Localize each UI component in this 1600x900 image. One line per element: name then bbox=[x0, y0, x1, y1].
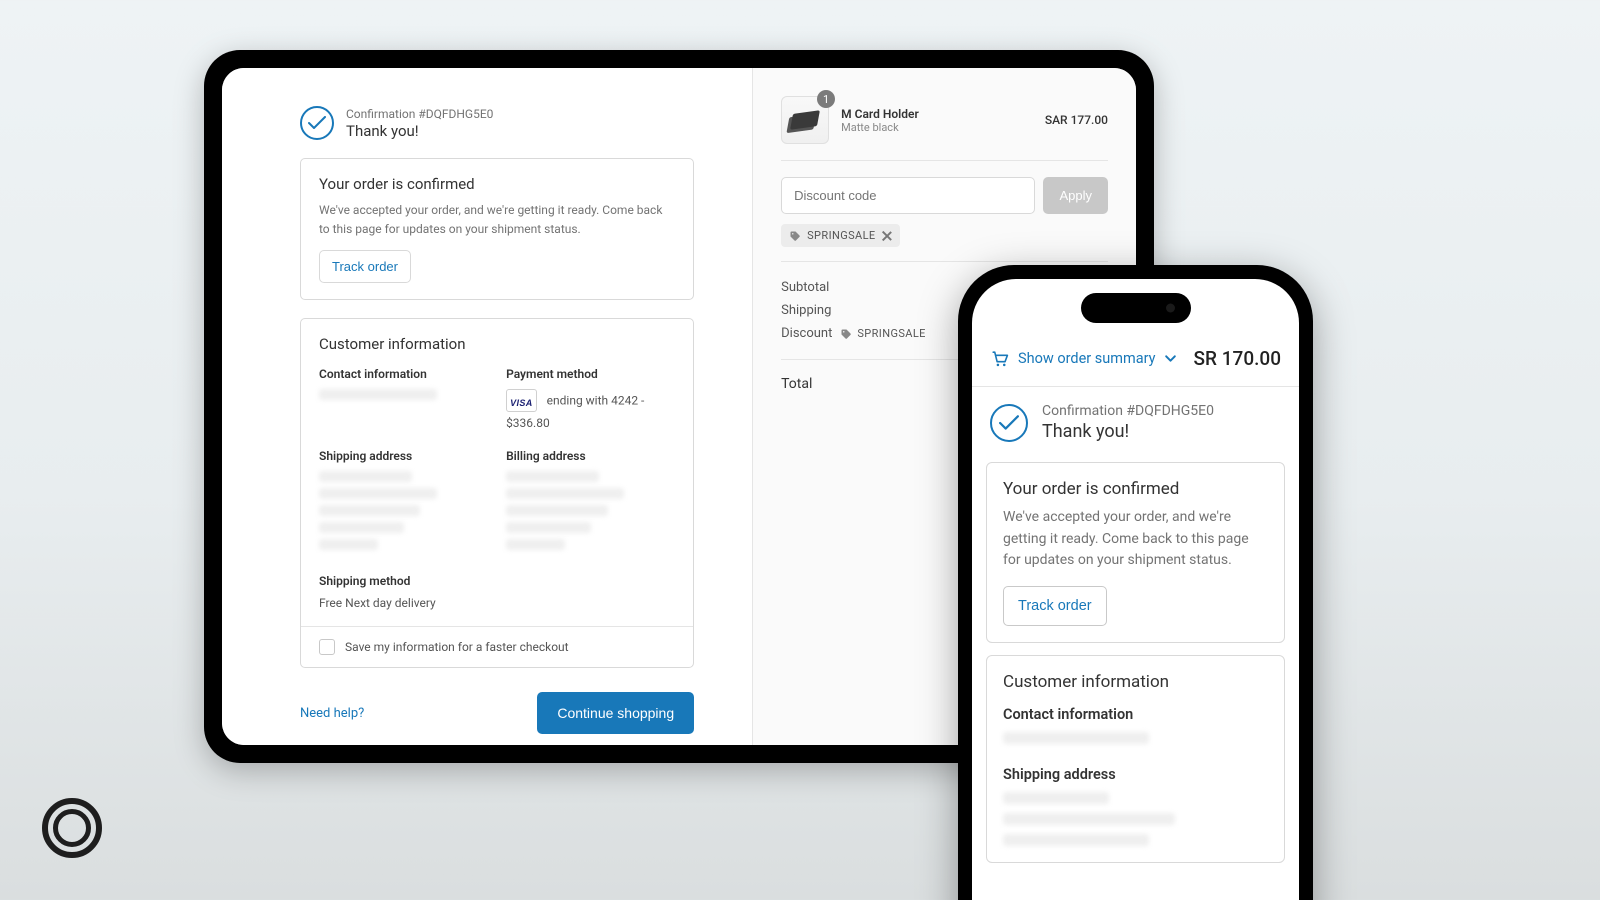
contact-information-label: Contact information bbox=[1003, 706, 1268, 723]
thank-you-title: Thank you! bbox=[1042, 421, 1214, 442]
confirmation-eyebrow: Confirmation #DQFDHG5E0 bbox=[346, 107, 493, 121]
shipping-address-block: Shipping address bbox=[319, 449, 488, 556]
total-label: Total bbox=[781, 376, 812, 392]
visa-card-icon: VISA bbox=[506, 389, 537, 412]
redacted-text bbox=[1003, 732, 1149, 744]
customer-information-title: Customer information bbox=[319, 335, 675, 353]
brand-logo-icon bbox=[42, 798, 102, 858]
dynamic-island bbox=[1081, 293, 1191, 323]
redacted-text bbox=[506, 539, 565, 550]
cart-icon bbox=[990, 349, 1009, 368]
order-confirmed-card: Your order is confirmed We've accepted y… bbox=[300, 158, 694, 300]
quantity-badge: 1 bbox=[817, 90, 835, 108]
redacted-text bbox=[1003, 792, 1109, 804]
redacted-text bbox=[319, 471, 412, 482]
track-order-button[interactable]: Track order bbox=[319, 250, 411, 283]
order-summary-toggle-bar: Show order summary SR 170.00 bbox=[972, 337, 1299, 387]
billing-address-block: Billing address bbox=[506, 449, 675, 556]
apply-discount-button[interactable]: Apply bbox=[1043, 177, 1108, 214]
confirmation-pane: Confirmation #DQFDHG5E0 Thank you! Your … bbox=[222, 68, 752, 745]
line-item-price: SAR 177.00 bbox=[1045, 113, 1108, 127]
shipping-method-value: Free Next day delivery bbox=[319, 596, 675, 610]
discount-tag: SPRINGSALE bbox=[781, 224, 899, 247]
show-order-summary-label: Show order summary bbox=[1018, 350, 1155, 367]
discount-mini-tag-label: SPRINGSALE bbox=[857, 327, 925, 340]
shipping-address-label: Shipping address bbox=[319, 449, 488, 463]
redacted-text bbox=[319, 488, 437, 499]
discount-tag-label: SPRINGSALE bbox=[807, 229, 875, 242]
redacted-text bbox=[1003, 834, 1149, 846]
order-confirmed-card: Your order is confirmed We've accepted y… bbox=[986, 462, 1285, 643]
tag-icon bbox=[789, 230, 801, 242]
contact-information-block: Contact information bbox=[319, 367, 488, 431]
confirmation-eyebrow: Confirmation #DQFDHG5E0 bbox=[1042, 403, 1214, 419]
redacted-text bbox=[506, 522, 591, 533]
product-variant: Matte black bbox=[841, 121, 1033, 134]
customer-information-card: Customer information Contact information… bbox=[300, 318, 694, 668]
need-help-link[interactable]: Need help? bbox=[300, 706, 364, 721]
discount-row: Apply bbox=[781, 160, 1108, 224]
order-confirmed-title: Your order is confirmed bbox=[319, 175, 675, 193]
phone-screen: Show order summary SR 170.00 Confirmatio… bbox=[972, 279, 1299, 900]
thank-you-title: Thank you! bbox=[346, 122, 493, 140]
order-confirmed-title: Your order is confirmed bbox=[1003, 479, 1268, 499]
discount-mini-tag: SPRINGSALE bbox=[840, 327, 925, 340]
actions-row: Need help? Continue shopping bbox=[300, 692, 694, 734]
confirmation-text: Confirmation #DQFDHG5E0 Thank you! bbox=[1042, 403, 1214, 442]
shipping-method-block: Shipping method Free Next day delivery bbox=[319, 574, 675, 610]
redacted-text bbox=[319, 522, 404, 533]
tag-icon bbox=[840, 328, 852, 340]
continue-shopping-button[interactable]: Continue shopping bbox=[537, 692, 694, 734]
redacted-text bbox=[319, 539, 378, 550]
save-info-row: Save my information for a faster checkou… bbox=[301, 626, 693, 667]
redacted-text bbox=[319, 389, 437, 400]
redacted-text bbox=[1003, 813, 1175, 825]
shipping-method-label: Shipping method bbox=[319, 574, 675, 588]
order-total: SR 170.00 bbox=[1194, 347, 1281, 370]
chevron-down-icon bbox=[1164, 352, 1177, 365]
remove-discount-icon[interactable] bbox=[882, 231, 892, 241]
redacted-text bbox=[506, 471, 599, 482]
line-item-info: M Card Holder Matte black bbox=[841, 107, 1033, 134]
redacted-text bbox=[506, 505, 607, 516]
show-order-summary-toggle[interactable]: Show order summary bbox=[990, 349, 1177, 368]
payment-method-label: Payment method bbox=[506, 367, 675, 381]
billing-address-label: Billing address bbox=[506, 449, 675, 463]
applied-discounts-row: SPRINGSALE bbox=[781, 224, 1108, 261]
payment-method-block: Payment method VISA ending with 4242 - $… bbox=[506, 367, 675, 431]
track-order-button[interactable]: Track order bbox=[1003, 586, 1107, 626]
product-shape-icon bbox=[790, 110, 820, 129]
discount-total-label: Discount bbox=[781, 326, 832, 341]
discount-code-input[interactable] bbox=[781, 177, 1035, 214]
confirmation-header: Confirmation #DQFDHG5E0 Thank you! bbox=[972, 387, 1299, 450]
product-name: M Card Holder bbox=[841, 107, 1033, 121]
customer-information-title: Customer information bbox=[1003, 672, 1268, 692]
save-info-label: Save my information for a faster checkou… bbox=[345, 640, 569, 654]
redacted-text bbox=[319, 505, 420, 516]
checkmark-circle-icon bbox=[300, 106, 334, 140]
checkmark-circle-icon bbox=[990, 404, 1028, 442]
confirmation-text: Confirmation #DQFDHG5E0 Thank you! bbox=[346, 107, 493, 140]
shipping-label: Shipping bbox=[781, 303, 831, 318]
phone-device-frame: Show order summary SR 170.00 Confirmatio… bbox=[958, 265, 1313, 900]
redacted-text bbox=[506, 488, 624, 499]
save-info-checkbox[interactable] bbox=[319, 639, 335, 655]
shipping-address-label: Shipping address bbox=[1003, 766, 1268, 783]
confirmation-header: Confirmation #DQFDHG5E0 Thank you! bbox=[300, 106, 694, 140]
contact-information-label: Contact information bbox=[319, 367, 488, 381]
customer-information-card: Customer information Contact information… bbox=[986, 655, 1285, 863]
line-item: 1 M Card Holder Matte black SAR 177.00 bbox=[781, 96, 1108, 160]
order-confirmed-body: We've accepted your order, and we're get… bbox=[1003, 507, 1268, 572]
product-thumbnail: 1 bbox=[781, 96, 829, 144]
subtotal-label: Subtotal bbox=[781, 280, 829, 295]
order-confirmed-body: We've accepted your order, and we're get… bbox=[319, 201, 675, 238]
